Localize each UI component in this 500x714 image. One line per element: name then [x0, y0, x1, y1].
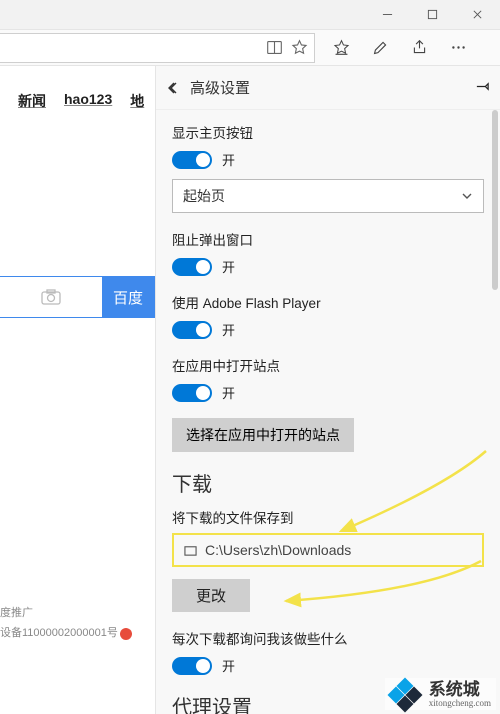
folder-icon	[184, 544, 197, 557]
download-path-box: C:\Users\zh\Downloads	[172, 533, 484, 567]
back-button[interactable]	[166, 80, 182, 96]
camera-icon[interactable]	[0, 277, 102, 317]
baidu-search-button[interactable]: 百度	[102, 277, 154, 317]
download-path: C:\Users\zh\Downloads	[205, 542, 351, 558]
favorite-star-icon[interactable]	[291, 39, 308, 56]
show-home-label: 显示主页按钮	[172, 122, 484, 142]
favorites-list-icon[interactable]	[333, 39, 350, 56]
panel-body: 显示主页按钮 开 起始页 阻止弹出窗口 开 使用 Adobe Flash	[156, 110, 500, 714]
promo-line2: 设备11000002000001号	[0, 624, 118, 644]
more-icon[interactable]	[450, 39, 467, 56]
block-popup-toggle[interactable]	[172, 258, 212, 276]
nav-link-extra[interactable]: 地	[130, 91, 144, 111]
watermark: 系统城 xitongcheng.com	[385, 678, 496, 710]
badge-icon	[120, 628, 132, 640]
block-popup-state: 开	[222, 257, 235, 276]
reading-view-icon[interactable]	[266, 39, 283, 56]
app-open-label: 在应用中打开站点	[172, 355, 484, 375]
panel-header: 高级设置	[156, 66, 500, 110]
choose-app-sites-button[interactable]: 选择在应用中打开的站点	[172, 418, 354, 452]
nav-link-news[interactable]: 新闻	[18, 91, 46, 111]
chevron-down-icon	[461, 190, 473, 202]
nav-link-hao123[interactable]: hao123	[64, 91, 112, 111]
change-download-path-button[interactable]: 更改	[172, 579, 250, 612]
flash-label: 使用 Adobe Flash Player	[172, 292, 484, 312]
app-open-toggle[interactable]	[172, 384, 212, 402]
flash-state: 开	[222, 320, 235, 339]
ask-every-state: 开	[222, 656, 235, 675]
start-page-select[interactable]: 起始页	[172, 179, 484, 213]
pen-icon[interactable]	[372, 39, 389, 56]
advanced-settings-panel: 高级设置 显示主页按钮 开 起始页 阻止弹出窗口	[155, 66, 500, 714]
download-save-label: 将下载的文件保存到	[172, 507, 484, 527]
pin-icon[interactable]	[475, 79, 490, 97]
download-section-title: 下载	[172, 468, 484, 497]
window-titlebar	[0, 0, 500, 30]
show-home-toggle[interactable]	[172, 151, 212, 169]
panel-scrollbar[interactable]	[492, 110, 498, 714]
show-home-state: 开	[222, 150, 235, 169]
watermark-logo-icon	[390, 680, 424, 708]
address-bar[interactable]	[0, 33, 315, 63]
panel-title: 高级设置	[190, 77, 467, 98]
page-content: 新闻 hao123 地 百度 度推广 设备11000002000001号 高级设…	[0, 66, 500, 714]
footer-promo: 度推广 设备11000002000001号	[0, 604, 132, 644]
watermark-name: 系统城	[429, 681, 491, 698]
maximize-button[interactable]	[410, 0, 455, 30]
browser-toolbar	[0, 30, 500, 66]
flash-toggle[interactable]	[172, 321, 212, 339]
close-button[interactable]	[455, 0, 500, 30]
app-open-state: 开	[222, 383, 235, 402]
block-popup-label: 阻止弹出窗口	[172, 229, 484, 249]
search-bar: 百度	[0, 276, 155, 318]
ask-every-toggle[interactable]	[172, 657, 212, 675]
ask-every-label: 每次下载都询问我该做些什么	[172, 628, 484, 648]
promo-line1: 度推广	[0, 604, 132, 624]
watermark-url: xitongcheng.com	[429, 699, 491, 708]
scrollbar-thumb[interactable]	[492, 110, 498, 290]
start-page-select-value: 起始页	[183, 186, 225, 206]
minimize-button[interactable]	[365, 0, 410, 30]
share-icon[interactable]	[411, 39, 428, 56]
page-nav-links: 新闻 hao123 地	[18, 91, 144, 111]
